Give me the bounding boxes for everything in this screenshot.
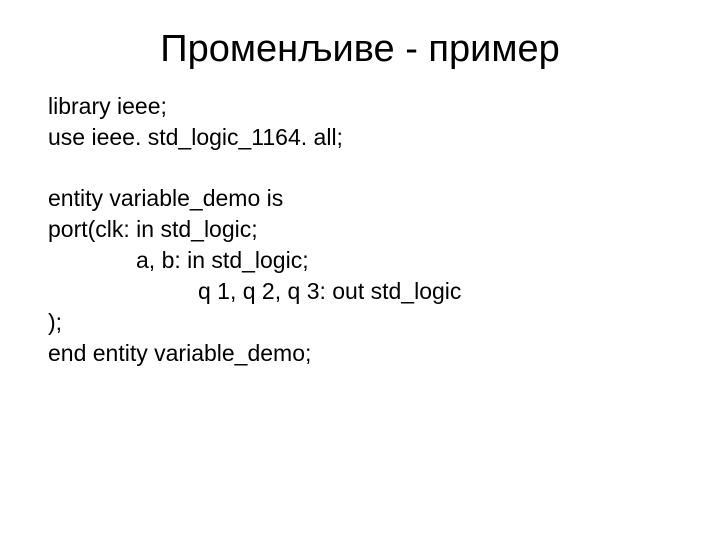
code-line: use ieee. std_logic_1164. all; <box>48 122 672 153</box>
code-line: q 1, q 2, q 3: out std_logic <box>48 276 672 307</box>
blank-line <box>48 153 672 183</box>
code-line: entity variable_demo is <box>48 183 672 214</box>
slide-body: library ieee; use ieee. std_logic_1164. … <box>0 91 720 369</box>
code-line: library ieee; <box>48 91 672 122</box>
code-line: ); <box>48 307 672 338</box>
code-line: end entity variable_demo; <box>48 338 672 369</box>
slide: Променљиве - пример library ieee; use ie… <box>0 0 720 540</box>
code-line: port(clk: in std_logic; <box>48 214 672 245</box>
code-line: a, b: in std_logic; <box>48 245 672 276</box>
slide-title: Променљиве - пример <box>0 0 720 91</box>
